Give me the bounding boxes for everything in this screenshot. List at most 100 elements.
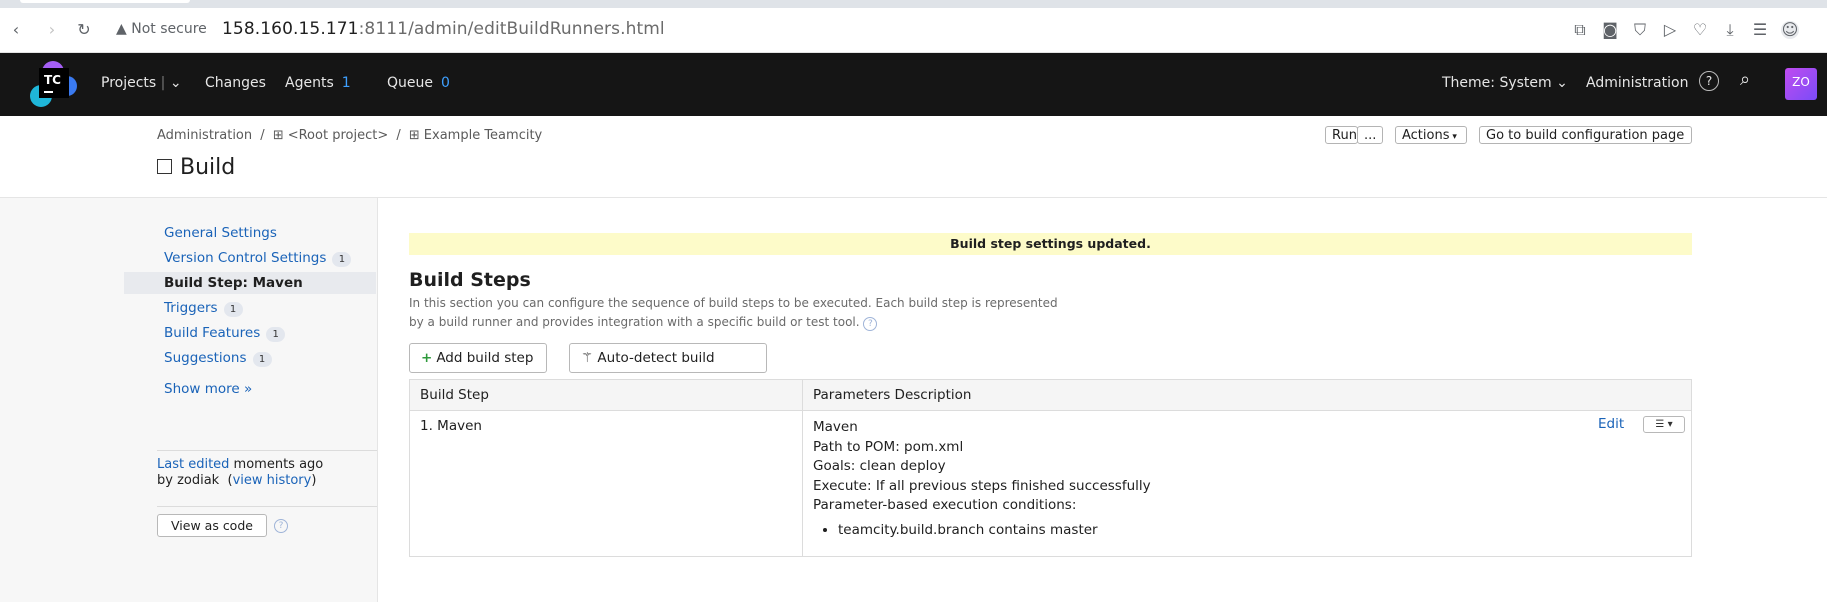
last-edited-info: Last edited moments ago by zodiak (view …	[157, 457, 324, 488]
sidebar-item-label: Suggestions	[164, 350, 247, 366]
play-icon[interactable]: ▷	[1661, 21, 1679, 39]
teamcity-logo[interactable]: TC	[29, 60, 79, 110]
caret-down-icon: ▾	[1449, 132, 1457, 142]
administration-link[interactable]: Administration	[1586, 75, 1688, 91]
actions-label: Actions	[1402, 128, 1450, 143]
logo-text: TC	[44, 73, 61, 87]
sidebar-item-version-control[interactable]: Version Control Settings 1	[164, 250, 352, 267]
divider	[157, 506, 377, 507]
param-line: Path to POM: pom.xml	[813, 438, 964, 455]
run-button[interactable]: Run	[1325, 126, 1358, 144]
breadcrumb-separator: /	[260, 128, 265, 143]
sidebar-item-build-step[interactable]: Build Step: Maven	[164, 275, 303, 291]
search-icon[interactable]: ⌕	[1740, 69, 1750, 90]
teamcity-header: TC Projects | ⌄ Changes Agents 1 Queue 0 T…	[0, 53, 1827, 116]
count-badge: 1	[266, 327, 286, 342]
conditions-list: teamcity.build.branch contains master	[813, 520, 1681, 540]
browser-toolbar: ‹ › ↻ ▲ Not secure 158.160.15.171:8111/a…	[0, 8, 1827, 53]
chevron-down-icon: ⌄	[1551, 75, 1568, 91]
view-history-link[interactable]: view history	[233, 473, 312, 488]
sidebar-item-general-settings[interactable]: General Settings	[164, 225, 277, 241]
nav-agents[interactable]: Agents 1	[285, 75, 351, 91]
breadcrumb-root-project[interactable]: <Root project>	[288, 128, 389, 143]
build-steps-table: Build Step Parameters Description 1. Mav…	[409, 379, 1692, 557]
table-row[interactable]: 1. Maven Maven Path to POM: pom.xml Goal…	[409, 410, 1692, 557]
column-header: Parameters Description	[802, 379, 1692, 411]
breadcrumb: Administration / ⊞ <Root project> / ⊞ Exam…	[157, 128, 546, 143]
theme-selector[interactable]: Theme: System ⌄	[1442, 75, 1568, 91]
add-build-step-label: Add build step	[436, 350, 534, 366]
sidebar-item-label: Build Step: Maven	[164, 275, 303, 291]
shield-icon[interactable]: ⛉	[1631, 21, 1649, 39]
auto-detect-button[interactable]: ⚚ Auto-detect build steps	[569, 343, 767, 394]
nav-agents-label: Agents	[285, 75, 334, 91]
help-icon[interactable]: ?	[1699, 71, 1719, 91]
separator: |	[160, 75, 166, 91]
edit-step-link[interactable]: Edit	[1598, 416, 1624, 432]
sidebar-item-build-features[interactable]: Build Features 1	[164, 325, 286, 342]
browser-tabstrip	[0, 0, 1827, 8]
plus-icon: +	[421, 350, 433, 366]
sidebar-item-label: General Settings	[164, 225, 277, 241]
build-step-name[interactable]: 1. Maven	[409, 410, 803, 557]
download-icon[interactable]: ⤓	[1721, 21, 1739, 39]
help-icon[interactable]: ?	[274, 519, 288, 533]
nav-queue[interactable]: Queue 0	[387, 75, 450, 91]
address-bar[interactable]: 158.160.15.171:8111/admin/editBuildRunne…	[222, 19, 665, 39]
warning-icon: ▲	[116, 21, 127, 37]
divider	[157, 450, 377, 451]
nav-projects[interactable]: Projects | ⌄	[101, 75, 182, 91]
sidebar-item-suggestions[interactable]: Suggestions 1	[164, 350, 272, 367]
caret-down-icon: ▾	[1667, 419, 1673, 430]
avatar[interactable]: ZO	[1785, 68, 1817, 100]
page-title-text: Build	[180, 155, 236, 180]
go-to-build-configuration-button[interactable]: Go to build configuration page	[1479, 126, 1692, 144]
parameters-description: Maven Path to POM: pom.xml Goals: clean …	[802, 410, 1692, 557]
breadcrumb-administration[interactable]: Administration	[157, 128, 252, 143]
breadcrumb-separator: /	[396, 128, 401, 143]
settings-sliders-icon[interactable]: ☰	[1751, 21, 1769, 39]
theme-label: Theme: System	[1442, 75, 1552, 91]
chevron-down-icon[interactable]: ⌄	[170, 75, 182, 91]
list-item: teamcity.build.branch contains master	[838, 520, 1681, 540]
add-build-step-button[interactable]: + Add build step	[409, 343, 547, 373]
nav-queue-label: Queue	[387, 75, 433, 91]
row-menu-button[interactable]: ☰ ▾	[1643, 416, 1685, 433]
help-icon[interactable]: ?	[863, 317, 878, 331]
heart-icon[interactable]: ♡	[1691, 21, 1709, 39]
camera-icon[interactable]: ◙	[1601, 21, 1619, 39]
back-icon[interactable]: ‹	[7, 21, 25, 39]
reload-icon[interactable]: ↻	[75, 21, 93, 39]
security-label: Not secure	[131, 21, 207, 37]
breadcrumb-example-teamcity[interactable]: Example Teamcity	[424, 128, 542, 143]
sidebar-item-label: Version Control Settings	[164, 250, 327, 266]
checkbox-icon[interactable]	[157, 158, 172, 174]
section-heading: Build Steps	[409, 269, 531, 291]
run-options-button[interactable]: ...	[1357, 126, 1383, 144]
description-line: by a build runner and provides integrati…	[409, 315, 860, 329]
nav-changes[interactable]: Changes	[205, 75, 266, 91]
page-title: Build	[157, 155, 235, 180]
table-header-row: Build Step Parameters Description	[409, 379, 1692, 411]
count-badge: 1	[223, 302, 243, 317]
view-as-code-button[interactable]: View as code	[157, 514, 267, 537]
browser-tab[interactable]	[20, 0, 190, 3]
description-line: In this section you can configure the se…	[409, 296, 1058, 310]
last-edited-user: by zodiak	[157, 473, 220, 488]
share-icon[interactable]: ⧉	[1571, 21, 1589, 39]
column-header: Build Step	[409, 379, 803, 411]
last-edited-link[interactable]: Last edited	[157, 457, 229, 472]
project-icon: ⊞	[408, 128, 420, 143]
section-description: In this section you can configure the se…	[409, 294, 1069, 332]
profile-icon[interactable]: ☺	[1781, 21, 1799, 39]
success-notice: Build step settings updated.	[409, 233, 1692, 255]
sidebar-item-triggers[interactable]: Triggers 1	[164, 300, 243, 317]
nav-changes-label: Changes	[205, 75, 266, 91]
list-icon: ☰	[1655, 419, 1665, 430]
param-line: Goals: clean deploy	[813, 458, 946, 474]
forward-icon[interactable]: ›	[43, 21, 61, 39]
actions-button[interactable]: Actions ▾	[1395, 126, 1467, 144]
not-secure-indicator[interactable]: ▲ Not secure	[116, 21, 207, 37]
url-path: :8111/admin/editBuildRunners.html	[358, 19, 665, 39]
show-more-link[interactable]: Show more »	[164, 381, 252, 397]
